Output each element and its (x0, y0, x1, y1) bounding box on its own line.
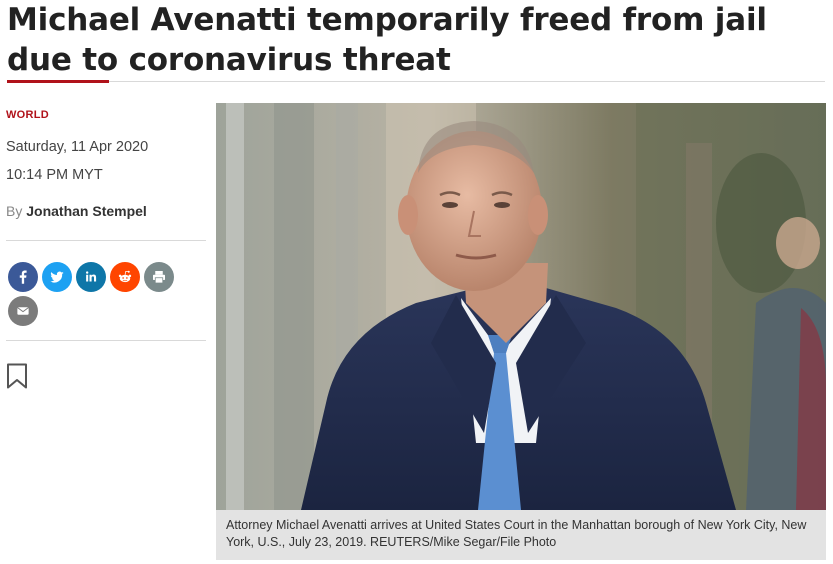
divider (6, 240, 206, 241)
author-link[interactable]: Jonathan Stempel (26, 203, 147, 219)
photo-caption: Attorney Michael Avenatti arrives at Uni… (216, 510, 826, 560)
publish-date: Saturday, 11 Apr 2020 (6, 139, 149, 155)
article-photo (216, 103, 826, 510)
reddit-icon (118, 270, 132, 283)
headline-divider (7, 81, 825, 82)
share-email-button[interactable] (8, 296, 38, 326)
linkedin-icon (85, 271, 97, 282)
bookmark-icon[interactable] (6, 363, 28, 389)
divider (6, 340, 206, 341)
twitter-icon (50, 271, 64, 283)
headline: Michael Avenatti temporarily freed from … (7, 2, 767, 78)
facebook-icon (19, 270, 27, 284)
section-link[interactable]: WORLD (6, 109, 49, 121)
share-reddit-button[interactable] (110, 262, 140, 292)
share-print-button[interactable] (144, 262, 174, 292)
photo-illustration (216, 103, 826, 510)
share-twitter-button[interactable] (42, 262, 72, 292)
byline: By Jonathan Stempel (6, 203, 147, 219)
share-facebook-button[interactable] (8, 262, 38, 292)
publish-time: 10:14 PM MYT (6, 167, 103, 183)
print-icon (153, 271, 165, 284)
share-linkedin-button[interactable] (76, 262, 106, 292)
headline-accent-bar (7, 80, 109, 83)
byline-prefix: By (6, 203, 23, 219)
email-icon (17, 307, 29, 315)
